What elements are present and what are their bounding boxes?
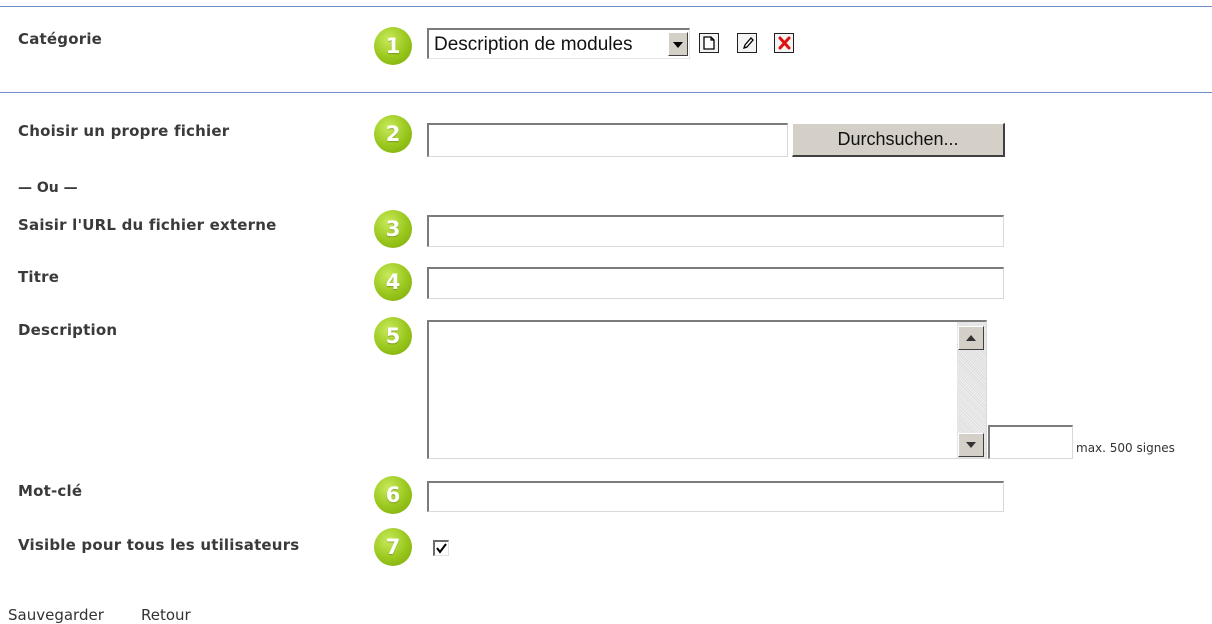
description-textarea[interactable] bbox=[427, 320, 987, 459]
file-path-input[interactable] bbox=[427, 123, 788, 157]
keyword-input[interactable] bbox=[427, 481, 1004, 512]
new-document-icon[interactable] bbox=[699, 33, 719, 53]
chevron-down-icon[interactable] bbox=[668, 32, 688, 56]
scroll-down-icon[interactable] bbox=[958, 433, 984, 457]
step-badge-2: 2 bbox=[374, 115, 412, 153]
keyword-label: Mot-clé bbox=[18, 482, 83, 500]
max-chars-hint: max. 500 signes bbox=[1076, 441, 1175, 455]
step-badge-5: 5 bbox=[374, 317, 412, 355]
external-url-label: Saisir l'URL du fichier externe bbox=[18, 216, 277, 234]
scroll-up-icon[interactable] bbox=[958, 326, 984, 350]
description-label: Description bbox=[18, 321, 118, 339]
category-label: Catégorie bbox=[18, 30, 103, 48]
category-select[interactable]: Description de modules bbox=[427, 28, 690, 59]
browse-button[interactable]: Durchsuchen... bbox=[792, 123, 1005, 157]
or-separator: — Ou — bbox=[18, 180, 78, 196]
step-badge-6: 6 bbox=[374, 476, 412, 514]
section-divider bbox=[0, 92, 1212, 93]
step-badge-1: 1 bbox=[374, 27, 412, 65]
title-input[interactable] bbox=[427, 267, 1004, 299]
back-link[interactable]: Retour bbox=[141, 606, 191, 624]
visible-all-users-checkbox[interactable] bbox=[433, 540, 449, 556]
visibility-label: Visible pour tous les utilisateurs bbox=[18, 536, 300, 554]
step-badge-7: 7 bbox=[374, 528, 412, 566]
description-scrollbar[interactable] bbox=[957, 322, 986, 458]
edit-pencil-icon[interactable] bbox=[737, 33, 757, 53]
title-label: Titre bbox=[18, 268, 60, 286]
delete-x-icon[interactable] bbox=[774, 33, 794, 53]
save-link[interactable]: Sauvegarder bbox=[8, 606, 104, 624]
external-url-input[interactable] bbox=[427, 215, 1004, 247]
character-counter-field bbox=[988, 425, 1073, 459]
step-badge-3: 3 bbox=[374, 210, 412, 248]
category-select-value: Description de modules bbox=[434, 34, 633, 55]
step-badge-4: 4 bbox=[374, 263, 412, 301]
file-label: Choisir un propre fichier bbox=[18, 122, 230, 140]
top-divider bbox=[0, 6, 1212, 7]
